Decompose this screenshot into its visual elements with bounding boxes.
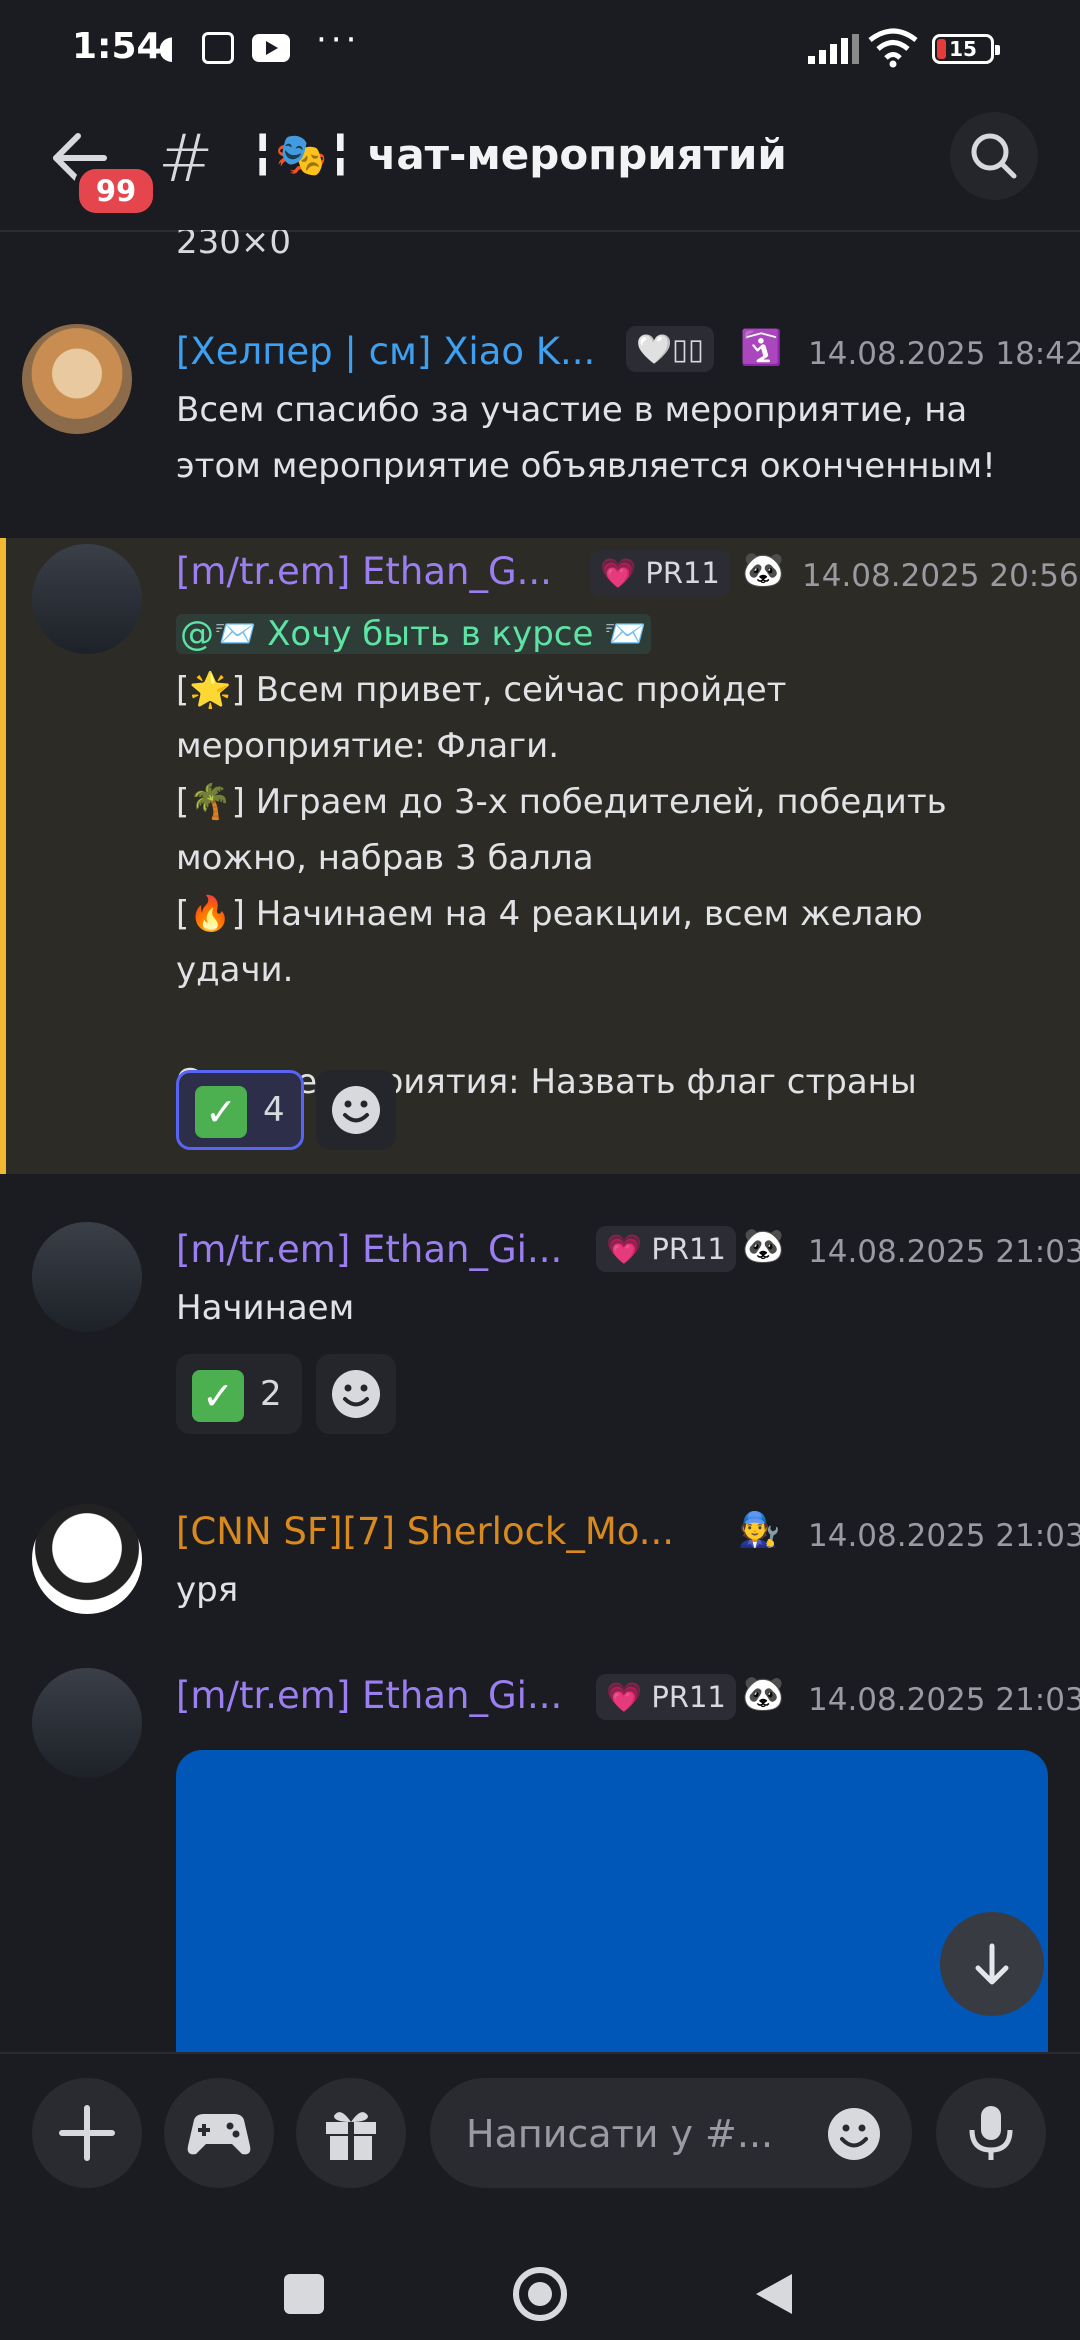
avatar[interactable] [22,324,132,434]
badge-emoji: 🛐 [740,328,783,368]
timestamp: 14.08.2025 21:03 [808,1234,1080,1270]
role-icon: 💗 [600,556,637,590]
role-tag-label: PR11 [651,1232,726,1266]
message-input[interactable]: Написати у #... [430,2078,912,2188]
message-line: Всем привет, сейчас пройдет мероприятие:… [176,670,787,766]
smiley-icon [332,1370,380,1418]
role-tag[interactable]: 💗 PR11 [590,550,730,596]
timestamp: 14.08.2025 20:56 [802,558,1079,594]
badge-emoji: 🧑‍🔧 [738,1510,781,1550]
clock: 1:54 [72,26,162,67]
plus-icon [59,2105,115,2161]
badge-emoji: 🐼 [742,550,785,590]
star-emoji: 🌟 [189,670,232,710]
role-icon: 💗 [606,1232,643,1266]
channel-title[interactable]: ╏🎭╏ чат-мероприятий [250,130,787,180]
role-icon: 💗 [606,1680,643,1714]
voice-button[interactable] [936,2078,1046,2188]
palm-emoji: 🌴 [189,782,232,822]
gamepad-icon [187,2114,251,2155]
timestamp: 14.08.2025 18:42 [808,336,1080,372]
check-emoji: ✓ [195,1085,247,1138]
reaction-count: 4 [263,1090,285,1130]
circle-icon[interactable] [510,2264,570,2324]
author-name[interactable]: [Хелпер | см] Xiao K... [176,330,595,373]
role-tag-label: PR11 [645,556,720,590]
square-icon[interactable] [282,2272,326,2316]
app-notification-icon [202,32,234,64]
arrow-down-icon [975,1943,1009,1985]
gift-icon [326,2112,376,2160]
channel-header: 99 # ╏🎭╏ чат-мероприятий [0,100,1080,232]
timestamp: 14.08.2025 21:03 [808,1682,1080,1718]
channel-name: чат-мероприятий [367,130,787,179]
moon-icon: ◖ [158,28,175,66]
battery-level: 15 [949,37,977,61]
avatar[interactable] [32,1668,142,1778]
badge-emoji: 🐼 [742,1226,785,1266]
check-emoji: ✓ [192,1369,244,1422]
message-text: уря [176,1570,239,1610]
message-line: Начинаем на 4 реакции, всем желаю удачи. [176,894,923,990]
status-bar: 1:54 ◖ ··· 15 [0,0,1080,100]
message-line: Играем до 3-х победителей, победить можн… [176,782,947,878]
wifi-icon [868,28,918,68]
role-tag[interactable]: 💗 PR11 [596,1674,736,1720]
attach-button[interactable] [32,2078,142,2188]
author-name[interactable]: [CNN SF][7] Sherlock_Mo... [176,1510,674,1553]
battery-icon: 15 [932,34,1000,64]
reaction-check[interactable]: ✓ 2 [176,1354,302,1434]
role-mention[interactable]: @📨 Хочу быть в курсе 📨 [176,614,651,654]
system-nav-bar [0,2222,1080,2340]
avatar[interactable] [32,1504,142,1614]
message-body: @📨 Хочу быть в курсе 📨 [🌟] Всем привет, … [176,614,947,1102]
avatar[interactable] [32,1222,142,1332]
avatar[interactable] [32,544,142,654]
role-tag-label: PR11 [651,1680,726,1714]
more-notifications-icon: ··· [316,20,361,60]
triangle-icon[interactable] [752,2270,796,2318]
smiley-icon[interactable] [826,2106,882,2162]
jump-to-present-button[interactable] [940,1912,1044,2016]
message-text: Всем спасибо за участие в мероприятие, н… [176,390,996,486]
author-name[interactable]: [m/tr.em] Ethan_G... [176,550,552,593]
reaction-count: 2 [260,1374,282,1414]
timestamp: 14.08.2025 21:03 [808,1518,1080,1554]
message-list[interactable]: 230×0 [Хелпер | см] Xiao K... 🤍▯▯ 🛐 14.0… [0,230,1080,2052]
search-button[interactable] [950,112,1038,200]
author-name[interactable]: [m/tr.em] Ethan_Gi... [176,1228,562,1271]
add-reaction-button[interactable] [316,1354,396,1434]
message-input-placeholder: Написати у #... [466,2112,774,2156]
image-attachment[interactable] [176,1750,1048,2052]
youtube-icon [252,34,290,62]
mention-highlight-bar [0,538,6,1174]
fire-emoji: 🔥 [189,894,232,934]
author-name[interactable]: [m/tr.em] Ethan_Gi... [176,1674,562,1717]
smiley-icon [332,1086,380,1134]
role-tag[interactable]: 💗 PR11 [596,1226,736,1272]
message-text: Начинаем [176,1288,355,1328]
signal-icon [808,34,859,64]
add-reaction-button[interactable] [316,1070,396,1150]
role-tag[interactable]: 🤍▯▯ [626,326,715,372]
mic-icon [969,2106,1013,2160]
hash-icon: # [158,120,214,197]
previous-message-tail: 230×0 [176,230,292,262]
unread-badge: 99 [74,164,158,218]
reaction-check[interactable]: ✓ 4 [176,1070,304,1150]
message-composer: Написати у #... [0,2052,1080,2224]
activities-button[interactable] [164,2078,274,2188]
channel-prefix: ╏🎭╏ [250,130,353,179]
gift-button[interactable] [296,2078,406,2188]
search-icon [971,133,1017,179]
badge-emoji: 🐼 [742,1674,785,1714]
